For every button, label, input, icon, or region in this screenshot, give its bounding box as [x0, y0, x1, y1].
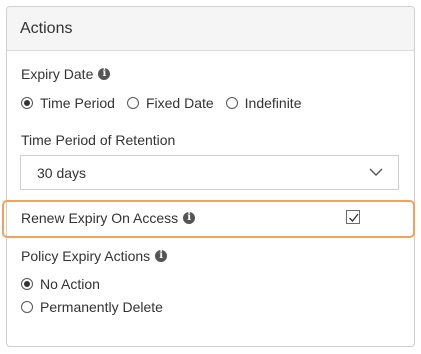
radio-time-period[interactable]: Time Period — [21, 95, 115, 111]
radio-no-action-row: No Action — [21, 276, 100, 292]
radio-label: Time Period — [40, 95, 115, 111]
radio-no-action[interactable]: No Action — [21, 276, 100, 292]
radio-label: Fixed Date — [145, 95, 214, 111]
renew-checkbox[interactable] — [346, 210, 360, 224]
retention-label-row: Time Period of Retention — [21, 132, 175, 148]
radio-indefinite[interactable]: Indefinite — [225, 95, 302, 111]
radio-permanently-delete[interactable]: Permanently Delete — [21, 299, 163, 315]
radio-label: Indefinite — [244, 95, 302, 111]
policy-actions-label: Policy Expiry Actions — [21, 248, 151, 264]
radio-button[interactable] — [21, 97, 33, 109]
retention-select[interactable]: 30 days — [20, 155, 399, 190]
radio-button[interactable] — [126, 97, 139, 109]
policy-actions-label-row: Policy Expiry Actions i — [21, 248, 168, 264]
info-icon[interactable]: i — [155, 250, 168, 262]
radio-fixed-date[interactable]: Fixed Date — [126, 95, 214, 111]
expiry-date-label-row: Expiry Date i — [21, 66, 111, 82]
radio-button[interactable] — [21, 278, 33, 290]
radio-label: Permanently Delete — [40, 299, 163, 315]
renew-label: Renew Expiry On Access — [21, 210, 179, 226]
info-icon[interactable]: i — [183, 212, 196, 224]
expiry-date-radio-group: Time Period Fixed Date Indefinite — [21, 95, 301, 111]
retention-label: Time Period of Retention — [21, 132, 176, 148]
radio-permanently-delete-row: Permanently Delete — [21, 299, 163, 315]
radio-button[interactable] — [225, 97, 238, 109]
info-icon[interactable]: i — [98, 68, 111, 80]
expiry-date-label: Expiry Date — [21, 66, 94, 82]
retention-selected-value: 30 days — [37, 164, 87, 181]
radio-button[interactable] — [21, 301, 33, 313]
panel-header: Actions — [7, 7, 414, 51]
chevron-down-icon — [369, 168, 383, 176]
radio-label: No Action — [40, 276, 100, 292]
renew-label-row: Renew Expiry On Access i — [21, 210, 196, 226]
panel-title: Actions — [20, 19, 73, 37]
checkmark-icon — [349, 213, 359, 222]
